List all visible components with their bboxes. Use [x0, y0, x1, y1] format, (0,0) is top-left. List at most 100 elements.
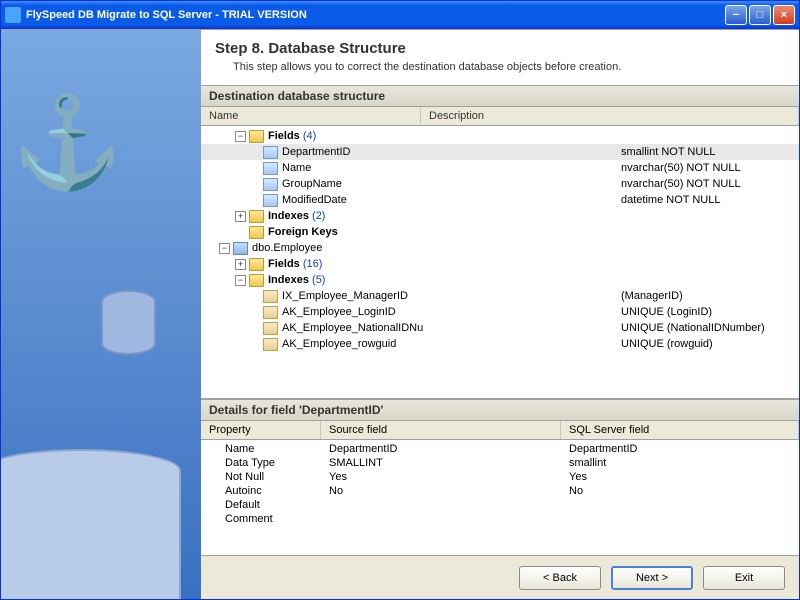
- count: (5): [312, 274, 325, 286]
- tree-node-indexes[interactable]: − Indexes (5): [201, 272, 799, 288]
- count: (2): [312, 210, 325, 222]
- src: Yes: [329, 471, 569, 483]
- tgt: smallint: [569, 457, 791, 469]
- step-header: Step 8. Database Structure This step all…: [201, 30, 799, 85]
- tree-node-field[interactable]: Name nvarchar(50) NOT NULL: [201, 160, 799, 176]
- detail-row[interactable]: AutoincNoNo: [201, 484, 799, 498]
- window-title: FlySpeed DB Migrate to SQL Server - TRIA…: [26, 9, 307, 21]
- next-button[interactable]: Next >: [611, 566, 693, 590]
- tree-node-foreignkeys[interactable]: Foreign Keys: [201, 224, 799, 240]
- src: DepartmentID: [329, 443, 569, 455]
- tree-node-fields[interactable]: − Fields (4): [201, 128, 799, 144]
- detail-row[interactable]: Default: [201, 498, 799, 512]
- folder-icon: [249, 226, 264, 239]
- tree-node-table[interactable]: − dbo.Employee: [201, 240, 799, 256]
- field-icon: [263, 194, 278, 207]
- prop: Comment: [209, 513, 329, 525]
- details-columns: Property Source field SQL Server field: [201, 421, 799, 440]
- label: Fields: [268, 130, 300, 142]
- description: smallint NOT NULL: [621, 146, 716, 158]
- col-property[interactable]: Property: [201, 421, 321, 439]
- index-icon: [263, 338, 278, 351]
- description: nvarchar(50) NOT NULL: [621, 178, 741, 190]
- collapse-icon[interactable]: −: [235, 131, 246, 142]
- tree-node-index[interactable]: AK_Employee_LoginID UNIQUE (LoginID): [201, 304, 799, 320]
- detail-row[interactable]: Data TypeSMALLINTsmallint: [201, 456, 799, 470]
- tree-node-field[interactable]: DepartmentID smallint NOT NULL: [201, 144, 799, 160]
- detail-row[interactable]: Not NullYesYes: [201, 470, 799, 484]
- minimize-button[interactable]: −: [725, 5, 747, 25]
- count: (4): [303, 130, 316, 142]
- tree-node-index[interactable]: IX_Employee_ManagerID (ManagerID): [201, 288, 799, 304]
- hook-graphic: ⚓: [11, 90, 123, 195]
- detail-row[interactable]: NameDepartmentIDDepartmentID: [201, 442, 799, 456]
- tree-node-fields[interactable]: + Fields (16): [201, 256, 799, 272]
- collapse-icon[interactable]: −: [219, 243, 230, 254]
- label: dbo.Employee: [252, 242, 322, 254]
- folder-icon: [249, 274, 264, 287]
- src: No: [329, 485, 569, 497]
- src: SMALLINT: [329, 457, 569, 469]
- tgt: [569, 499, 791, 511]
- column-headers: Name Description: [201, 107, 799, 126]
- sidebar-image: ⚓: [1, 30, 201, 599]
- label: Foreign Keys: [268, 226, 338, 238]
- col-description[interactable]: Description: [421, 107, 799, 125]
- expand-icon[interactable]: +: [235, 211, 246, 222]
- tgt: [569, 513, 791, 525]
- label: Indexes: [268, 210, 309, 222]
- close-button[interactable]: ×: [773, 5, 795, 25]
- label: ModifiedDate: [282, 194, 347, 206]
- app-window: FlySpeed DB Migrate to SQL Server - TRIA…: [0, 0, 800, 600]
- table-icon: [233, 242, 248, 255]
- src: [329, 499, 569, 511]
- app-icon: [5, 7, 21, 23]
- tree-node-index[interactable]: AK_Employee_NationalIDNu UNIQUE (Nationa…: [201, 320, 799, 336]
- database-graphic: [101, 290, 156, 355]
- index-icon: [263, 322, 278, 335]
- tree-node-field[interactable]: ModifiedDate datetime NOT NULL: [201, 192, 799, 208]
- label: DepartmentID: [282, 146, 350, 158]
- tree-node-indexes[interactable]: + Indexes (2): [201, 208, 799, 224]
- label: Fields: [268, 258, 300, 270]
- col-name[interactable]: Name: [201, 107, 421, 125]
- label: Indexes: [268, 274, 309, 286]
- main-panel: Step 8. Database Structure This step all…: [201, 30, 799, 599]
- src: [329, 513, 569, 525]
- description: UNIQUE (LoginID): [621, 306, 712, 318]
- step-description: This step allows you to correct the dest…: [215, 61, 785, 73]
- detail-row[interactable]: Comment: [201, 512, 799, 526]
- col-source[interactable]: Source field: [321, 421, 561, 439]
- description: datetime NOT NULL: [621, 194, 720, 206]
- prop: Autoinc: [209, 485, 329, 497]
- expand-icon[interactable]: +: [235, 259, 246, 270]
- field-icon: [263, 178, 278, 191]
- folder-icon: [249, 210, 264, 223]
- label: AK_Employee_LoginID: [282, 306, 396, 318]
- step-title: Step 8. Database Structure: [215, 40, 785, 57]
- tree-node-index[interactable]: AK_Employee_rowguid UNIQUE (rowguid): [201, 336, 799, 352]
- exit-button[interactable]: Exit: [703, 566, 785, 590]
- maximize-button[interactable]: □: [749, 5, 771, 25]
- details-body: NameDepartmentIDDepartmentID Data TypeSM…: [201, 440, 799, 555]
- prop: Default: [209, 499, 329, 511]
- label: Name: [282, 162, 311, 174]
- titlebar[interactable]: FlySpeed DB Migrate to SQL Server - TRIA…: [1, 1, 799, 29]
- folder-icon: [249, 258, 264, 271]
- col-target[interactable]: SQL Server field: [561, 421, 799, 439]
- details-title: Details for field 'DepartmentID': [201, 399, 799, 421]
- label: GroupName: [282, 178, 342, 190]
- prop: Name: [209, 443, 329, 455]
- index-icon: [263, 306, 278, 319]
- description: UNIQUE (NationalIDNumber): [621, 322, 765, 334]
- back-button[interactable]: < Back: [519, 566, 601, 590]
- details-panel: Details for field 'DepartmentID' Propert…: [201, 398, 799, 555]
- folder-icon: [249, 130, 264, 143]
- tree-node-field[interactable]: GroupName nvarchar(50) NOT NULL: [201, 176, 799, 192]
- collapse-icon[interactable]: −: [235, 275, 246, 286]
- label: AK_Employee_NationalIDNu: [282, 322, 423, 334]
- tree-view[interactable]: − Fields (4) DepartmentID smallint NOT N…: [201, 126, 799, 398]
- footer: < Back Next > Exit: [201, 555, 799, 599]
- tgt: No: [569, 485, 791, 497]
- field-icon: [263, 146, 278, 159]
